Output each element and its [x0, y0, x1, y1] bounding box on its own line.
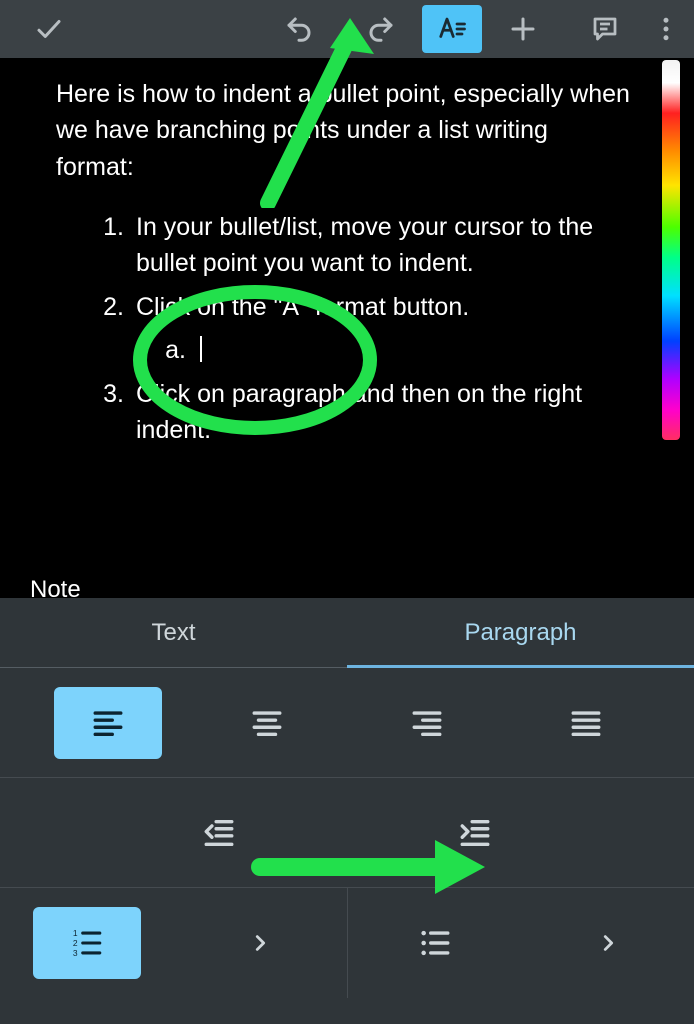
indent-row: [0, 778, 694, 888]
numbered-list: 1. In your bullet/list, move your cursor…: [56, 209, 630, 449]
list-number: 2.: [84, 289, 124, 325]
list-number: 3.: [84, 376, 124, 412]
text-cursor: [200, 336, 202, 362]
list-item[interactable]: a.: [190, 332, 630, 368]
list-item[interactable]: 2. Click on the "A" format button. a.: [116, 289, 630, 368]
tab-text[interactable]: Text: [0, 598, 347, 668]
list-number: 1.: [84, 209, 124, 245]
format-tabs: Text Paragraph: [0, 598, 694, 668]
align-left-button[interactable]: [28, 668, 188, 777]
align-justify-button[interactable]: [507, 668, 667, 777]
list-text: Click on paragraph and then on the right…: [136, 380, 582, 444]
color-scroll-indicator[interactable]: [662, 60, 680, 440]
text-format-button[interactable]: [422, 5, 482, 53]
list-item[interactable]: 1. In your bullet/list, move your cursor…: [116, 209, 630, 282]
document-body[interactable]: Here is how to indent a bullet point, es…: [0, 58, 694, 598]
alignment-row: [0, 668, 694, 778]
editor-toolbar: [0, 0, 694, 58]
svg-text:2: 2: [73, 938, 78, 948]
sub-list: a.: [136, 332, 630, 368]
svg-text:1: 1: [73, 928, 78, 938]
redo-button[interactable]: [340, 5, 422, 53]
comment-button[interactable]: [564, 5, 646, 53]
bulleted-list-options-button[interactable]: [521, 888, 694, 998]
bulleted-list-button[interactable]: [348, 888, 521, 998]
align-right-button[interactable]: [347, 668, 507, 777]
list-style-row: 1 2 3: [0, 888, 694, 998]
intro-paragraph: Here is how to indent a bullet point, es…: [56, 76, 630, 185]
indent-decrease-button[interactable]: [156, 778, 284, 887]
list-text: In your bullet/list, move your cursor to…: [136, 213, 593, 277]
insert-button[interactable]: [482, 5, 564, 53]
list-text: Click on the "A" format button.: [136, 293, 469, 321]
numbered-list-pill: 1 2 3: [33, 907, 141, 979]
indent-increase-button[interactable]: [411, 778, 539, 887]
accept-button[interactable]: [8, 5, 90, 53]
numbered-list-button[interactable]: 1 2 3: [0, 888, 174, 998]
svg-text:3: 3: [73, 948, 78, 958]
align-left-pill: [54, 687, 162, 759]
align-center-button[interactable]: [188, 668, 348, 777]
list-item[interactable]: 3. Click on paragraph and then on the ri…: [116, 376, 630, 449]
undo-button[interactable]: [258, 5, 340, 53]
format-panel: Text Paragraph: [0, 598, 694, 1024]
tab-underline-active: [347, 665, 694, 668]
numbered-list-options-button[interactable]: [174, 888, 348, 998]
tab-paragraph[interactable]: Paragraph: [347, 598, 694, 668]
list-number: a.: [160, 332, 186, 368]
overflow-menu-button[interactable]: [646, 5, 686, 53]
